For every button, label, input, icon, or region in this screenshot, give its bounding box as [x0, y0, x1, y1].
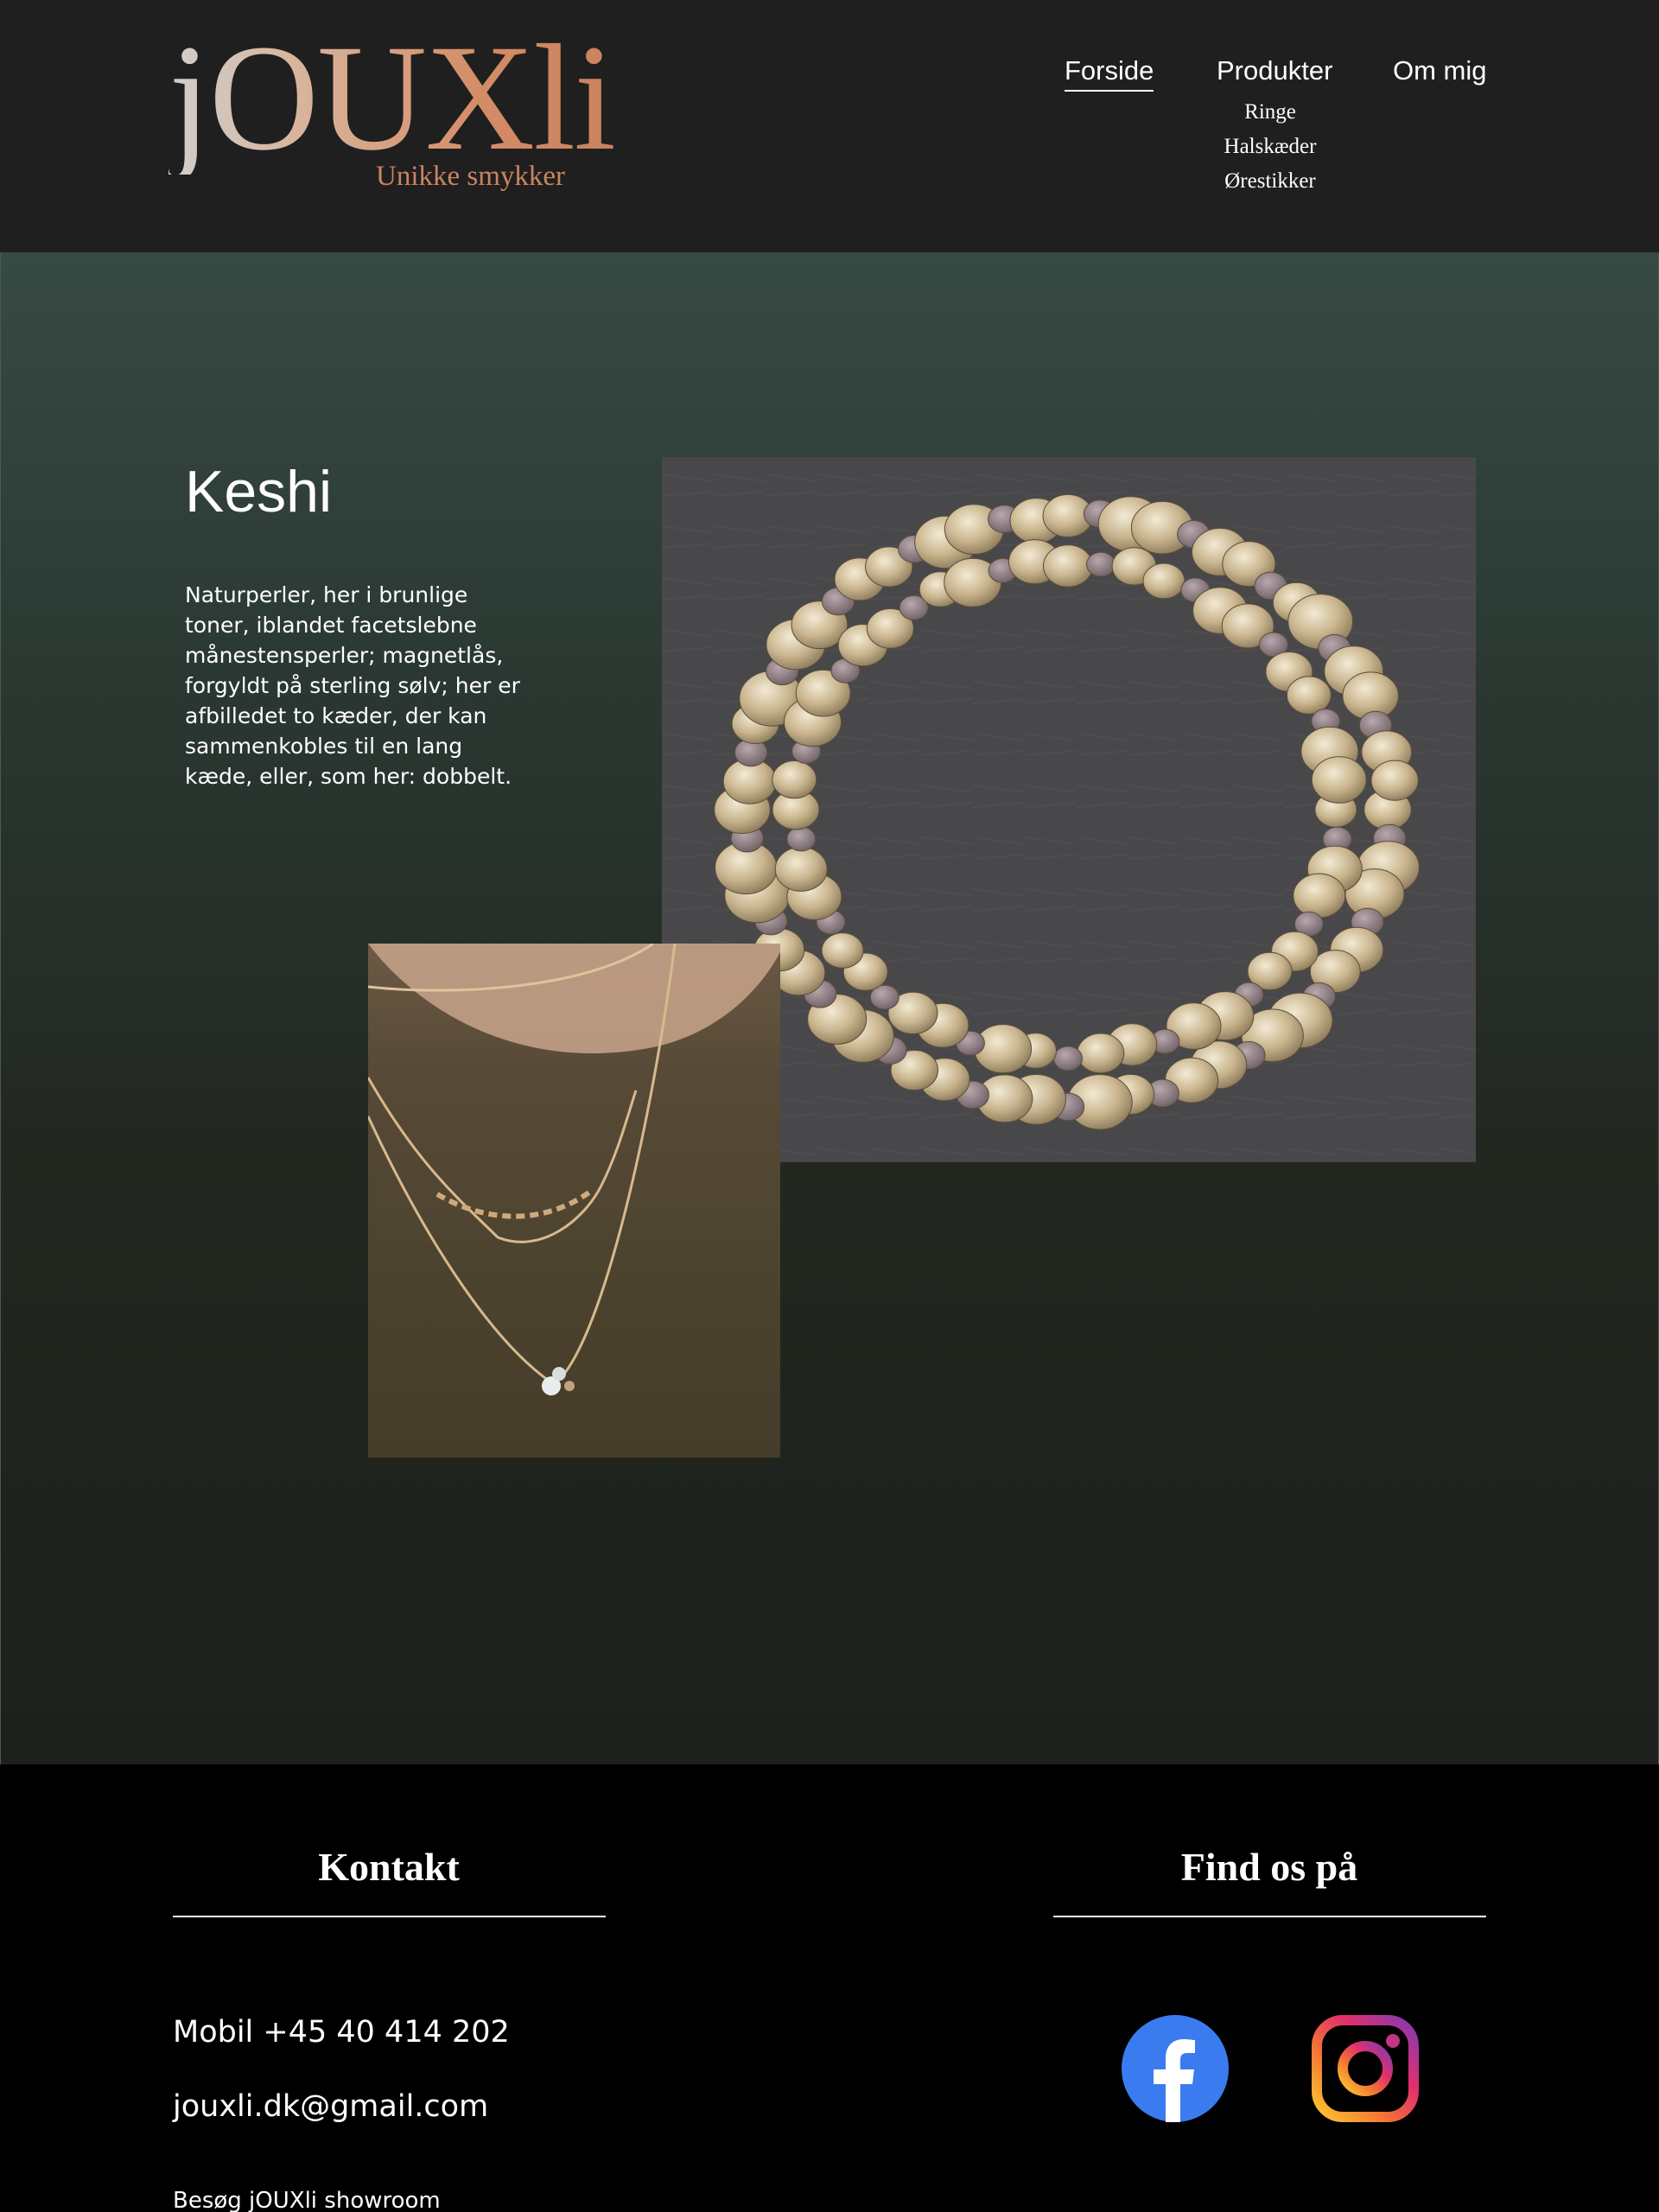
products-submenu: Ringe Halskæder Ørestikker	[1184, 95, 1357, 199]
product-description: Naturperler, her i brunlige toner, iblan…	[185, 582, 520, 789]
nav-about-link[interactable]: Om mig	[1393, 55, 1487, 86]
moonstone-bead	[1053, 1046, 1083, 1071]
keshi-pearl	[772, 760, 817, 799]
pearl-necklace-illustration	[662, 457, 1476, 1162]
keshi-pearl	[1293, 873, 1346, 918]
product-title: Keshi	[185, 459, 333, 524]
contact-divider	[173, 1916, 606, 1917]
brand-logo[interactable]: jOUXli Unikke smykker	[168, 22, 652, 207]
worn-necklace-photo	[368, 944, 780, 1458]
facebook-icon[interactable]	[1122, 2015, 1229, 2122]
keshi-pearl	[1077, 1033, 1125, 1074]
site-footer: Kontakt Find os på Mobil +45 40 414 202 …	[0, 1764, 1659, 2212]
contact-phone[interactable]: Mobil +45 40 414 202	[173, 2015, 510, 2050]
site-header: jOUXli Unikke smykker Forside Produkter …	[0, 0, 1659, 253]
submenu-item-rings[interactable]: Ringe	[1184, 95, 1357, 130]
keshi-pearl	[821, 932, 864, 969]
logo-wordmark: jOUXli	[168, 14, 616, 182]
keshi-pearl	[1286, 676, 1332, 715]
worn-necklace-illustration	[368, 944, 780, 1395]
product-section: Keshi Naturperler, her i brunlige toner,…	[0, 253, 1659, 1764]
keshi-pearl	[1142, 563, 1185, 600]
submenu-item-earrings[interactable]: Ørestikker	[1184, 164, 1357, 199]
logo-tagline: Unikke smykker	[376, 161, 566, 192]
keshi-pearl	[774, 846, 828, 892]
contact-email[interactable]: jouxli.dk@gmail.com	[173, 2089, 488, 2124]
social-divider	[1053, 1916, 1486, 1917]
keshi-pearl	[1311, 756, 1367, 804]
submenu-item-necklaces[interactable]: Halskæder	[1184, 130, 1357, 164]
keshi-pearl	[1370, 760, 1419, 801]
instagram-icon[interactable]	[1312, 2015, 1419, 2122]
showroom-link[interactable]: Besøg jOUXli showroom	[173, 2188, 441, 2212]
moonstone-bead	[1086, 551, 1116, 577]
nav-home-link[interactable]: Forside	[1065, 55, 1154, 92]
contact-heading: Kontakt	[318, 1845, 460, 1889]
pearl-necklace-photo	[662, 457, 1476, 1162]
moonstone-bead	[786, 826, 817, 852]
keshi-pearl	[1043, 544, 1093, 588]
social-heading: Find os på	[1180, 1845, 1358, 1889]
nav-products-link[interactable]: Produkter	[1217, 55, 1332, 86]
